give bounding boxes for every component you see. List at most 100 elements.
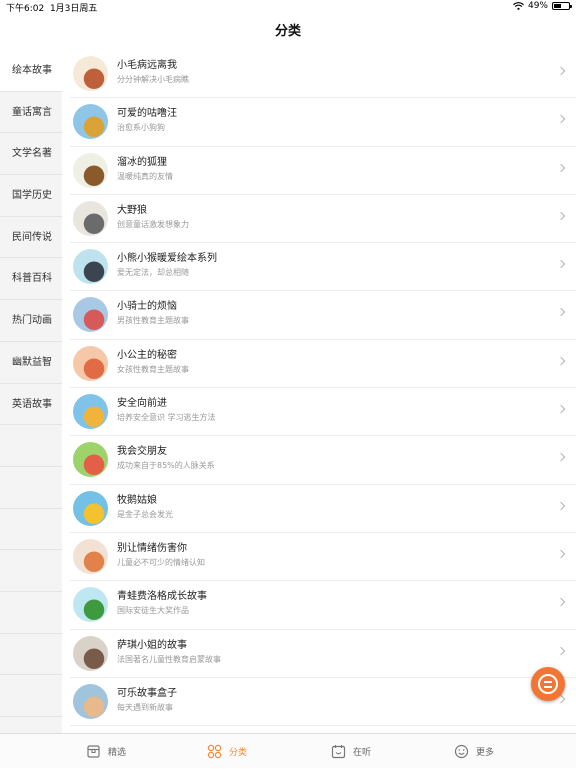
item-title: 小毛病远离我 (117, 60, 177, 71)
sidebar-empty-row (0, 675, 62, 717)
list-item[interactable]: 青蛙费洛格成长故事 国际安徒生大奖作品 (70, 581, 576, 630)
chevron-right-icon (556, 259, 566, 269)
sidebar-item[interactable]: 童话寓言 (0, 92, 62, 134)
list-item[interactable]: 别让情绪伤害你儿童必不可少的情绪认知 (70, 533, 576, 582)
item-subtitle: 女孩性教育主题故事 (117, 364, 189, 374)
menu-circle-icon (538, 674, 558, 694)
sidebar-item[interactable]: 热门动画 (0, 300, 62, 342)
cover-thumbnail (73, 297, 108, 333)
page-title: 分类 (274, 24, 301, 39)
item-title: 小公主的秘密 (117, 349, 177, 361)
item-subtitle: 男孩性教育主题故事 (117, 316, 189, 326)
tab-label: 在听 (353, 748, 372, 758)
status-time: 下午6:02 (6, 4, 45, 14)
sidebar-item[interactable]: 国学历史 (0, 175, 62, 217)
chevron-right-icon (556, 646, 566, 655)
sidebar-item[interactable]: 科普百科 (0, 258, 62, 301)
cover-thumbnail (73, 152, 108, 188)
tab-grid[interactable]: 分类 (207, 734, 247, 769)
chevron-right-icon (556, 308, 566, 317)
item-subtitle: 每天遇到新故事 (117, 702, 173, 712)
item-title: 可爱的咕噜汪 (117, 108, 177, 120)
sidebar-empty-row (0, 592, 62, 634)
chevron-right-icon (556, 598, 566, 607)
cover-thumbnail (73, 394, 108, 430)
cover-thumbnail (73, 490, 108, 526)
chevron-right-icon (556, 404, 566, 414)
item-title: 大野狼 (117, 204, 147, 216)
category-sidebar: 绘本故事 童话寓言 文学名著 国学历史 民间传说 科普百科 热门动画 幽默益智 英语故事 (0, 50, 62, 733)
chevron-right-icon (556, 356, 566, 366)
item-title: 我会交朋友 (117, 446, 167, 458)
grid-icon (207, 744, 222, 759)
cover-thumbnail (73, 200, 108, 236)
tab-calendar[interactable]: 在听 (331, 734, 371, 769)
smile-icon (454, 744, 469, 759)
list-item[interactable]: 小熊小猴暖爱绘本系列 爱无定法，却总相随 (70, 243, 576, 292)
cover-thumbnail (73, 56, 108, 91)
status-bar: 下午6:02 1月3日周五 49% (0, 0, 576, 14)
list-item[interactable]: 牧鹅姑娘是金子总会发光 (70, 485, 576, 533)
list-item[interactable]: 萨琪小姐的故事法国著名儿童性教育启蒙故事 (70, 630, 576, 678)
item-title: 青蛙费洛格成长故事 (117, 591, 207, 603)
list-item[interactable]: 可乐故事盒子 每天遇到新故事 (70, 678, 576, 727)
cover-thumbnail (73, 345, 108, 381)
chevron-right-icon (556, 66, 566, 76)
status-time-date: 下午6:02 1月3日周五 (6, 1, 97, 14)
item-subtitle: 爱无定法，却总相随 (117, 268, 189, 278)
item-subtitle: 创意童话激发想象力 (117, 219, 189, 229)
sidebar-item[interactable]: 绘本故事 (0, 50, 62, 92)
sidebar-item[interactable]: 文学名著 (0, 133, 62, 176)
list-item[interactable]: 小公主的秘密女孩性教育主题故事 (70, 340, 576, 389)
list-item[interactable]: 我会交朋友成功来自于85%的人脉关系 (70, 436, 576, 485)
battery-percent: 49% (527, 1, 548, 11)
item-title: 可乐故事盒子 (117, 687, 177, 699)
item-title: 小熊小猴暖爱绘本系列 (117, 253, 217, 265)
list-item[interactable]: 溜冰的狐狸温暖纯真的友情 (70, 147, 576, 195)
chevron-right-icon (556, 115, 566, 124)
list-item[interactable]: 小毛病远离我 分分钟解决小毛病瞧 (70, 50, 576, 99)
item-subtitle: 温暖纯真的友情 (117, 171, 173, 181)
tab-smile[interactable]: 更多 (454, 734, 494, 769)
item-subtitle: 治愈系小狗狗 (117, 123, 165, 133)
item-title: 萨琪小姐的故事 (117, 639, 187, 651)
item-subtitle: 法国著名儿童性教育启蒙故事 (117, 654, 221, 664)
chevron-right-icon (556, 163, 566, 172)
list-item[interactable]: 小骑士的烦恼 男孩性教育主题故事 (70, 291, 576, 340)
sidebar-item[interactable]: 幽默益智 (0, 342, 62, 384)
cover-thumbnail (73, 587, 108, 623)
sidebar-empty-row (0, 509, 62, 551)
cover-thumbnail (73, 635, 108, 671)
status-right: 49% (513, 1, 572, 11)
floating-player-button[interactable] (531, 667, 565, 701)
list-item[interactable]: 可爱的咕噜汪 治愈系小狗狗 (70, 98, 576, 147)
sidebar-item[interactable]: 民间传说 (0, 217, 62, 259)
item-subtitle: 成功来自于85%的人脉关系 (117, 461, 215, 471)
sidebar-empty-row (0, 550, 62, 592)
tab-label: 分类 (229, 748, 248, 758)
chevron-right-icon (556, 453, 566, 462)
content-list: 小毛病远离我 分分钟解决小毛病瞧 可爱的咕噜汪 治愈系小狗狗 溜冰的狐狸 温暖纯真的友情大… (62, 50, 576, 733)
list-item[interactable]: 安全向前进培养安全意识 学习逃生方法 (70, 388, 576, 437)
list-item[interactable]: 大野狼创意童话激发想象力 (70, 195, 576, 244)
item-title: 牧鹅姑娘 (117, 494, 157, 506)
cover-thumbnail (73, 683, 108, 719)
item-subtitle: 儿童必不可少的情绪认知 (117, 557, 205, 567)
sidebar-empty-row (0, 425, 62, 467)
cover-thumbnail (73, 249, 108, 285)
item-title: 别让情绪伤害你 (117, 542, 187, 554)
item-subtitle: 培养安全意识 学习逃生方法 (117, 413, 216, 423)
item-title: 安全向前进 (117, 398, 167, 410)
cover-thumbnail (73, 442, 108, 478)
tab-label: 更多 (476, 748, 495, 758)
item-subtitle: 是金子总会发光 (117, 509, 173, 519)
box-icon (86, 744, 101, 759)
cover-thumbnail (73, 538, 108, 574)
item-title: 溜冰的狐狸 (117, 156, 167, 168)
calendar-icon (331, 744, 346, 759)
wifi-icon (513, 2, 524, 10)
chevron-right-icon (556, 549, 566, 559)
tab-box[interactable]: 精选 (86, 734, 126, 769)
sidebar-empty-row (0, 634, 62, 676)
sidebar-item[interactable]: 英语故事 (0, 384, 62, 426)
